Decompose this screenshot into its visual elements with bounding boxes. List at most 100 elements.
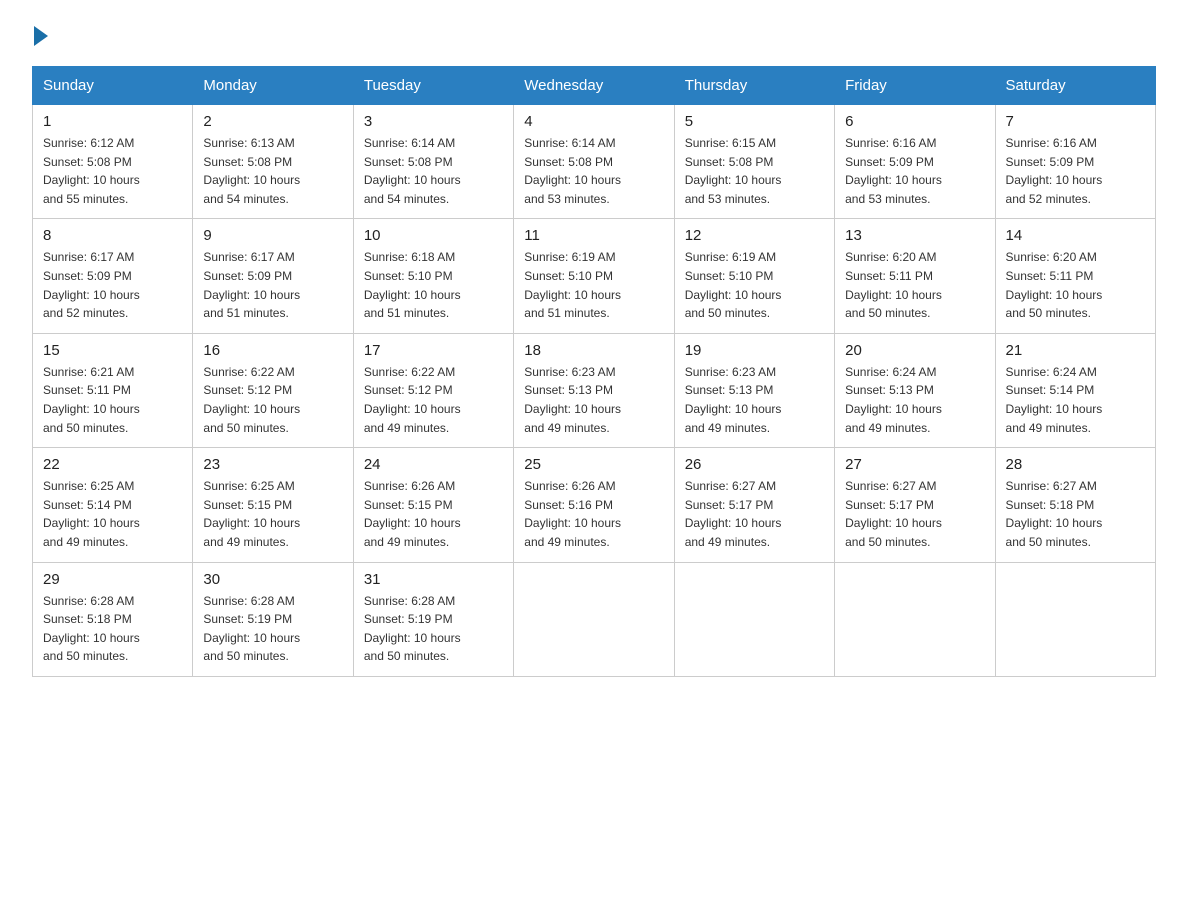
calendar-cell: 5 Sunrise: 6:15 AMSunset: 5:08 PMDaylight… xyxy=(674,105,834,219)
calendar-cell: 23 Sunrise: 6:25 AMSunset: 5:15 PMDayligh… xyxy=(193,448,353,562)
day-info: Sunrise: 6:27 AMSunset: 5:17 PMDaylight:… xyxy=(685,477,824,551)
calendar-cell: 29 Sunrise: 6:28 AMSunset: 5:18 PMDayligh… xyxy=(33,562,193,676)
calendar-cell: 7Sunrise: 6:16 AMSunset: 5:09 PMDaylight… xyxy=(995,105,1155,219)
day-number: 15 xyxy=(43,342,182,359)
week-row-4: 22 Sunrise: 6:25 AMSunset: 5:14 PMDayligh… xyxy=(33,448,1156,562)
col-header-tuesday: Tuesday xyxy=(353,67,513,105)
logo xyxy=(32,24,48,46)
calendar-cell: 2 Sunrise: 6:13 AMSunset: 5:08 PMDaylight… xyxy=(193,105,353,219)
calendar-header: SundayMondayTuesdayWednesdayThursdayFrid… xyxy=(33,67,1156,105)
day-number: 22 xyxy=(43,456,182,473)
calendar-cell: 15 Sunrise: 6:21 AMSunset: 5:11 PMDayligh… xyxy=(33,333,193,447)
day-number: 3 xyxy=(364,113,503,130)
calendar-cell: 4 Sunrise: 6:14 AMSunset: 5:08 PMDaylight… xyxy=(514,105,674,219)
calendar-cell: 11 Sunrise: 6:19 AMSunset: 5:10 PMDayligh… xyxy=(514,219,674,333)
day-info: Sunrise: 6:20 AMSunset: 5:11 PMDaylight:… xyxy=(1006,248,1145,322)
day-number: 24 xyxy=(364,456,503,473)
day-info: Sunrise: 6:18 AMSunset: 5:10 PMDaylight:… xyxy=(364,248,503,322)
day-number: 18 xyxy=(524,342,663,359)
day-number: 11 xyxy=(524,227,663,244)
day-info: Sunrise: 6:15 AMSunset: 5:08 PMDaylight:… xyxy=(685,134,824,208)
day-info: Sunrise: 6:28 AMSunset: 5:19 PMDaylight:… xyxy=(364,592,503,666)
col-header-saturday: Saturday xyxy=(995,67,1155,105)
col-header-sunday: Sunday xyxy=(33,67,193,105)
day-number: 19 xyxy=(685,342,824,359)
calendar-cell xyxy=(674,562,834,676)
calendar-cell: 12 Sunrise: 6:19 AMSunset: 5:10 PMDayligh… xyxy=(674,219,834,333)
calendar-cell: 18 Sunrise: 6:23 AMSunset: 5:13 PMDayligh… xyxy=(514,333,674,447)
day-number: 23 xyxy=(203,456,342,473)
calendar-cell: 27Sunrise: 6:27 AMSunset: 5:17 PMDayligh… xyxy=(835,448,995,562)
day-info: Sunrise: 6:24 AMSunset: 5:14 PMDaylight:… xyxy=(1006,363,1145,437)
calendar-cell: 20Sunrise: 6:24 AMSunset: 5:13 PMDayligh… xyxy=(835,333,995,447)
day-number: 21 xyxy=(1006,342,1145,359)
day-info: Sunrise: 6:22 AMSunset: 5:12 PMDaylight:… xyxy=(203,363,342,437)
day-number: 29 xyxy=(43,571,182,588)
col-header-thursday: Thursday xyxy=(674,67,834,105)
day-info: Sunrise: 6:17 AMSunset: 5:09 PMDaylight:… xyxy=(203,248,342,322)
day-number: 30 xyxy=(203,571,342,588)
day-number: 10 xyxy=(364,227,503,244)
days-of-week-row: SundayMondayTuesdayWednesdayThursdayFrid… xyxy=(33,67,1156,105)
day-info: Sunrise: 6:23 AMSunset: 5:13 PMDaylight:… xyxy=(685,363,824,437)
calendar-cell: 8 Sunrise: 6:17 AMSunset: 5:09 PMDaylight… xyxy=(33,219,193,333)
day-info: Sunrise: 6:16 AMSunset: 5:09 PMDaylight:… xyxy=(1006,134,1145,208)
day-number: 8 xyxy=(43,227,182,244)
calendar-cell: 10 Sunrise: 6:18 AMSunset: 5:10 PMDayligh… xyxy=(353,219,513,333)
day-info: Sunrise: 6:14 AMSunset: 5:08 PMDaylight:… xyxy=(364,134,503,208)
day-info: Sunrise: 6:27 AMSunset: 5:18 PMDaylight:… xyxy=(1006,477,1145,551)
day-info: Sunrise: 6:28 AMSunset: 5:18 PMDaylight:… xyxy=(43,592,182,666)
calendar-cell: 13 Sunrise: 6:20 AMSunset: 5:11 PMDayligh… xyxy=(835,219,995,333)
day-number: 17 xyxy=(364,342,503,359)
calendar-cell: 16 Sunrise: 6:22 AMSunset: 5:12 PMDayligh… xyxy=(193,333,353,447)
calendar-cell: 22 Sunrise: 6:25 AMSunset: 5:14 PMDayligh… xyxy=(33,448,193,562)
day-info: Sunrise: 6:19 AMSunset: 5:10 PMDaylight:… xyxy=(524,248,663,322)
day-info: Sunrise: 6:17 AMSunset: 5:09 PMDaylight:… xyxy=(43,248,182,322)
day-info: Sunrise: 6:25 AMSunset: 5:15 PMDaylight:… xyxy=(203,477,342,551)
calendar-cell: 19 Sunrise: 6:23 AMSunset: 5:13 PMDayligh… xyxy=(674,333,834,447)
day-number: 4 xyxy=(524,113,663,130)
logo-arrow-icon xyxy=(34,26,48,46)
day-info: Sunrise: 6:23 AMSunset: 5:13 PMDaylight:… xyxy=(524,363,663,437)
calendar-cell: 26 Sunrise: 6:27 AMSunset: 5:17 PMDayligh… xyxy=(674,448,834,562)
day-number: 13 xyxy=(845,227,984,244)
calendar-cell xyxy=(995,562,1155,676)
day-number: 16 xyxy=(203,342,342,359)
day-number: 5 xyxy=(685,113,824,130)
week-row-2: 8 Sunrise: 6:17 AMSunset: 5:09 PMDaylight… xyxy=(33,219,1156,333)
calendar-cell: 17 Sunrise: 6:22 AMSunset: 5:12 PMDayligh… xyxy=(353,333,513,447)
calendar-cell: 31 Sunrise: 6:28 AMSunset: 5:19 PMDayligh… xyxy=(353,562,513,676)
day-info: Sunrise: 6:12 AMSunset: 5:08 PMDaylight:… xyxy=(43,134,182,208)
day-number: 31 xyxy=(364,571,503,588)
day-info: Sunrise: 6:27 AMSunset: 5:17 PMDaylight:… xyxy=(845,477,984,551)
week-row-3: 15 Sunrise: 6:21 AMSunset: 5:11 PMDayligh… xyxy=(33,333,1156,447)
calendar-table: SundayMondayTuesdayWednesdayThursdayFrid… xyxy=(32,66,1156,677)
day-number: 20 xyxy=(845,342,984,359)
calendar-cell: 28Sunrise: 6:27 AMSunset: 5:18 PMDayligh… xyxy=(995,448,1155,562)
day-info: Sunrise: 6:20 AMSunset: 5:11 PMDaylight:… xyxy=(845,248,984,322)
calendar-cell: 24 Sunrise: 6:26 AMSunset: 5:15 PMDayligh… xyxy=(353,448,513,562)
calendar-cell: 25Sunrise: 6:26 AMSunset: 5:16 PMDayligh… xyxy=(514,448,674,562)
day-info: Sunrise: 6:25 AMSunset: 5:14 PMDaylight:… xyxy=(43,477,182,551)
day-info: Sunrise: 6:21 AMSunset: 5:11 PMDaylight:… xyxy=(43,363,182,437)
day-info: Sunrise: 6:16 AMSunset: 5:09 PMDaylight:… xyxy=(845,134,984,208)
day-info: Sunrise: 6:26 AMSunset: 5:15 PMDaylight:… xyxy=(364,477,503,551)
week-row-5: 29 Sunrise: 6:28 AMSunset: 5:18 PMDayligh… xyxy=(33,562,1156,676)
day-info: Sunrise: 6:19 AMSunset: 5:10 PMDaylight:… xyxy=(685,248,824,322)
calendar-cell: 21 Sunrise: 6:24 AMSunset: 5:14 PMDayligh… xyxy=(995,333,1155,447)
calendar-cell xyxy=(514,562,674,676)
day-info: Sunrise: 6:22 AMSunset: 5:12 PMDaylight:… xyxy=(364,363,503,437)
day-number: 25 xyxy=(524,456,663,473)
day-number: 2 xyxy=(203,113,342,130)
col-header-friday: Friday xyxy=(835,67,995,105)
calendar-cell: 30Sunrise: 6:28 AMSunset: 5:19 PMDayligh… xyxy=(193,562,353,676)
week-row-1: 1 Sunrise: 6:12 AMSunset: 5:08 PMDaylight… xyxy=(33,105,1156,219)
calendar-body: 1 Sunrise: 6:12 AMSunset: 5:08 PMDaylight… xyxy=(33,105,1156,677)
day-info: Sunrise: 6:14 AMSunset: 5:08 PMDaylight:… xyxy=(524,134,663,208)
day-info: Sunrise: 6:13 AMSunset: 5:08 PMDaylight:… xyxy=(203,134,342,208)
day-number: 12 xyxy=(685,227,824,244)
calendar-cell: 1 Sunrise: 6:12 AMSunset: 5:08 PMDaylight… xyxy=(33,105,193,219)
day-number: 26 xyxy=(685,456,824,473)
day-number: 1 xyxy=(43,113,182,130)
calendar-cell xyxy=(835,562,995,676)
